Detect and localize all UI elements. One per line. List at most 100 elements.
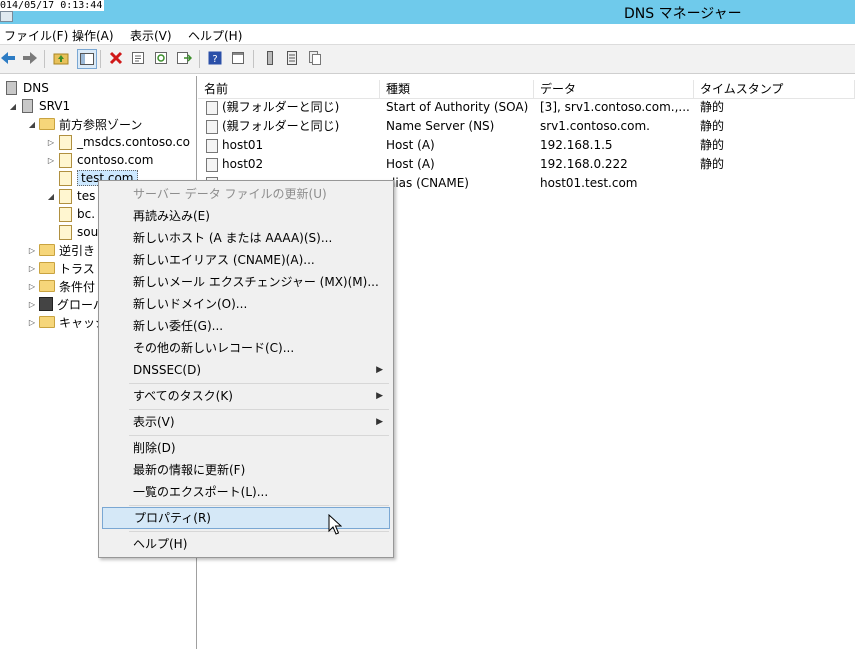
menu-item-new-mx[interactable]: 新しいメール エクスチェンジャー (MX)(M)...: [99, 271, 393, 293]
tree-node-sou[interactable]: sou: [56, 223, 98, 241]
cell-type: Host (A): [386, 138, 435, 152]
collapse-icon[interactable]: ◢: [27, 120, 37, 129]
folder-icon: [39, 280, 55, 292]
tree-node-global[interactable]: ▷ グローバ: [27, 295, 105, 313]
tree-node-cache[interactable]: ▷ キャッシ: [27, 313, 107, 331]
cell-type: Start of Authority (SOA): [386, 100, 529, 114]
tree-node-dns[interactable]: DNS: [4, 79, 49, 97]
console-icon[interactable]: [230, 50, 246, 66]
tree-node-reverse[interactable]: ▷ 逆引き: [27, 241, 95, 259]
tree-label: sou: [77, 225, 99, 239]
menu-separator: [129, 531, 389, 532]
window-title: DNS マネージャー: [624, 6, 742, 22]
server-icon[interactable]: [262, 50, 278, 66]
menu-help[interactable]: ヘルプ(H): [188, 27, 242, 44]
record-icon: [206, 138, 218, 153]
expand-icon[interactable]: ▷: [27, 318, 37, 327]
show-hide-console-tree-icon[interactable]: [77, 49, 97, 69]
zone-icon: [59, 134, 72, 150]
tree-label: SRV1: [39, 99, 71, 113]
expand-icon[interactable]: ▷: [27, 300, 37, 309]
tree-node-msdcs[interactable]: ▷ _msdcs.contoso.co: [46, 133, 190, 151]
tree-node-bc[interactable]: bc.: [56, 205, 95, 223]
timestamp-overlay: 014/05/17 0:13:44: [0, 0, 105, 11]
tree-label: bc.: [77, 207, 96, 221]
zone-icon: [59, 188, 72, 204]
menu-item-help[interactable]: ヘルプ(H): [99, 533, 393, 555]
zone-icon: [59, 224, 72, 240]
menu-file[interactable]: ファイル(F): [4, 27, 68, 44]
help-icon[interactable]: ?: [207, 50, 223, 66]
cell-data: [3], srv1.contoso.com.,...: [540, 100, 690, 114]
menu-item-view[interactable]: 表示(V) ▶: [99, 411, 393, 433]
tree-node-forward-zones[interactable]: ◢ 前方参照ゾーン: [27, 115, 142, 133]
menu-item-new-domain[interactable]: 新しいドメイン(O)...: [99, 293, 393, 315]
menu-item-export-list[interactable]: 一覧のエクスポート(L)...: [99, 481, 393, 503]
tree-node-te[interactable]: ◢ tes: [46, 187, 95, 205]
zone-icon: [59, 152, 72, 168]
cell-name: (親フォルダーと同じ): [222, 100, 340, 114]
table-row[interactable]: (親フォルダーと同じ) Start of Authority (SOA) [3]…: [198, 98, 855, 117]
table-row[interactable]: host02 Host (A) 192.168.0.222 静的: [198, 155, 855, 174]
expand-icon[interactable]: ▷: [46, 156, 56, 165]
cell-timestamp: 静的: [700, 138, 725, 152]
server-icon: [22, 99, 33, 113]
system-menu-icon[interactable]: [0, 11, 13, 22]
list-icon[interactable]: [284, 50, 300, 66]
refresh-icon[interactable]: [153, 50, 169, 66]
tree-node-contoso[interactable]: ▷ contoso.com: [46, 151, 153, 169]
menu-item-new-host[interactable]: 新しいホスト (A または AAAA)(S)...: [99, 227, 393, 249]
menu-item-new-delegation[interactable]: 新しい委任(G)...: [99, 315, 393, 337]
tree-node-trust[interactable]: ▷ トラスト: [27, 259, 107, 277]
cell-timestamp: [700, 174, 850, 193]
export-list-icon[interactable]: [176, 50, 192, 66]
menu-action[interactable]: 操作(A): [72, 27, 114, 44]
expand-icon[interactable]: ▷: [27, 282, 37, 291]
cell-type: Name Server (NS): [386, 119, 495, 133]
menu-item-properties[interactable]: プロパティ(R): [102, 507, 390, 529]
cell-data: host01.test.com: [540, 176, 638, 190]
forward-arrow-icon[interactable]: [22, 50, 38, 66]
cell-timestamp: 静的: [700, 119, 725, 133]
svg-text:?: ?: [212, 54, 217, 65]
menu-item-delete[interactable]: 削除(D): [99, 437, 393, 459]
menu-view[interactable]: 表示(V): [130, 27, 172, 44]
collapse-icon[interactable]: ◢: [46, 192, 56, 201]
expand-icon[interactable]: ▷: [27, 246, 37, 255]
tree-label: 条件付: [59, 279, 96, 294]
menu-separator: [129, 383, 389, 384]
cell-name: host02: [222, 157, 264, 171]
column-header-type[interactable]: 種類: [380, 80, 534, 98]
expand-icon[interactable]: ▷: [27, 264, 37, 273]
cell-data: 192.168.1.5: [540, 138, 613, 152]
folder-icon: [39, 244, 55, 256]
toolbar-separator: [253, 50, 254, 68]
tree-label: 逆引き: [59, 243, 96, 258]
menu-bar: ファイル(F) 操作(A) 表示(V) ヘルプ(H): [0, 24, 855, 44]
cell-type: lias (CNAME): [392, 176, 469, 190]
folder-icon: [39, 262, 55, 274]
properties-icon[interactable]: [130, 50, 146, 66]
table-row[interactable]: host01 Host (A) 192.168.1.5 静的: [198, 136, 855, 155]
tree-node-srv1[interactable]: ◢ SRV1: [8, 97, 70, 115]
collapse-icon[interactable]: ◢: [8, 102, 18, 111]
column-header-name[interactable]: 名前: [198, 80, 380, 98]
table-row[interactable]: (親フォルダーと同じ) Name Server (NS) srv1.contos…: [198, 117, 855, 136]
tree-node-conditional[interactable]: ▷ 条件付: [27, 277, 95, 295]
column-header-data[interactable]: データ: [534, 80, 694, 98]
menu-item-refresh[interactable]: 最新の情報に更新(F): [99, 459, 393, 481]
menu-item-other-records[interactable]: その他の新しいレコード(C)...: [99, 337, 393, 359]
up-folder-icon[interactable]: [53, 50, 69, 66]
menu-item-reload[interactable]: 再読み込み(E): [99, 205, 393, 227]
menu-item-dnssec[interactable]: DNSSEC(D) ▶: [99, 359, 393, 381]
cell-data: 192.168.0.222: [540, 157, 628, 171]
menu-item-all-tasks[interactable]: すべてのタスク(K) ▶: [99, 385, 393, 407]
expand-icon[interactable]: ▷: [46, 138, 56, 147]
copy-icon[interactable]: [307, 50, 323, 66]
menu-item-new-alias[interactable]: 新しいエイリアス (CNAME)(A)...: [99, 249, 393, 271]
back-arrow-icon[interactable]: [0, 50, 16, 66]
delete-icon[interactable]: [108, 50, 124, 66]
column-header-timestamp[interactable]: タイムスタンプ: [694, 80, 855, 98]
record-icon: [206, 157, 218, 172]
tree-label: DNS: [23, 81, 49, 95]
